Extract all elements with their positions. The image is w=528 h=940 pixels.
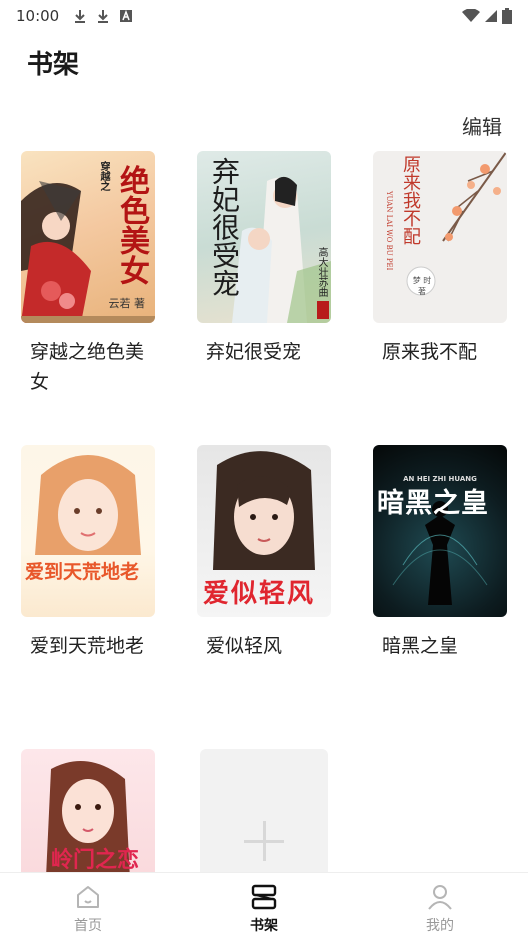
nav-label-bookshelf: 书架 <box>250 918 278 934</box>
nav-item-home[interactable]: 首页 <box>0 873 176 940</box>
nav-item-bookshelf[interactable]: 书架 <box>176 873 352 940</box>
edit-button[interactable]: 编辑 <box>462 111 502 140</box>
book-title: 穿越之绝色美女 <box>30 341 145 393</box>
book-item[interactable]: 原来我不配 YUAN LAI WO BU PEI 梦 时 著 原来我不配 <box>373 151 509 367</box>
book-cover[interactable]: 弃妃很受宠 高大壮苏曲 <box>197 151 331 323</box>
cover-illustration <box>392 501 488 605</box>
cover-title-fragment: 岭门之恋 <box>51 847 139 873</box>
book-title: 爱似轻风 <box>206 635 283 657</box>
cover-title: 爱似轻风 <box>203 579 316 609</box>
book-cover[interactable]: 爱似轻风 <box>197 445 331 617</box>
bottom-nav: 首页 书架 我的 <box>0 872 528 940</box>
book-item[interactable]: 绝色美女 穿越之 云若 著 穿越之绝色美女 <box>21 151 157 397</box>
cover-subtitle: 高大壮苏曲 <box>316 247 327 297</box>
book-cover[interactable]: 绝色美女 穿越之 云若 著 <box>21 151 155 323</box>
cover-title: 爱到天荒地老 <box>25 561 140 583</box>
nav-label-profile: 我的 <box>426 918 454 934</box>
cover-title: 绝色美女 <box>114 165 149 285</box>
book-title: 暗黑之皇 <box>382 635 459 657</box>
cover-author: 梦 时 著 <box>412 276 432 296</box>
book-title: 原来我不配 <box>382 341 478 363</box>
status-bar: 10:00 <box>0 0 528 32</box>
book-item[interactable]: 爱到天荒地老 爱到天荒地老 <box>21 445 157 661</box>
cover-author: 云若 著 <box>108 297 146 310</box>
book-cover[interactable]: 原来我不配 YUAN LAI WO BU PEI 梦 时 著 <box>373 151 507 323</box>
download-icon <box>75 10 86 23</box>
book-item[interactable]: AN HEI ZHI HUANG 暗黑之皇 暗黑之皇 <box>373 445 509 661</box>
cover-title: 原来我不配 <box>400 155 421 245</box>
book-item[interactable]: 弃妃很受宠 高大壮苏曲 弃妃很受宠 <box>197 151 333 367</box>
book-title: 弃妃很受宠 <box>206 341 302 363</box>
book-cover[interactable]: AN HEI ZHI HUANG 暗黑之皇 <box>373 445 507 617</box>
page-title: 书架 <box>27 50 80 80</box>
cover-subtitle: 穿越之 <box>98 161 109 191</box>
signal-icon <box>485 10 497 22</box>
book-cover[interactable]: 爱到天荒地老 <box>21 445 155 617</box>
cover-title: 暗黑之皇 <box>377 488 489 519</box>
plus-icon <box>244 821 284 861</box>
notification-a-icon <box>120 9 133 22</box>
cover-illustration <box>406 151 507 296</box>
nav-label-home: 首页 <box>74 918 102 934</box>
status-time: 10:00 <box>16 7 60 25</box>
cover-subtitle: YUAN LAI WO BU PEI <box>385 191 393 271</box>
bookshelf-icon <box>251 884 277 910</box>
nav-item-profile[interactable]: 我的 <box>352 873 528 940</box>
download-icon <box>98 10 109 23</box>
home-icon <box>77 886 99 908</box>
cover-illustration <box>35 455 141 555</box>
user-icon <box>428 885 452 910</box>
cover-title: 弃妃很受宠 <box>208 157 241 297</box>
book-item[interactable]: 爱似轻风 爱似轻风 <box>197 445 333 661</box>
wifi-icon <box>462 9 480 22</box>
book-title: 爱到天荒地老 <box>30 635 145 657</box>
battery-icon <box>502 8 512 24</box>
